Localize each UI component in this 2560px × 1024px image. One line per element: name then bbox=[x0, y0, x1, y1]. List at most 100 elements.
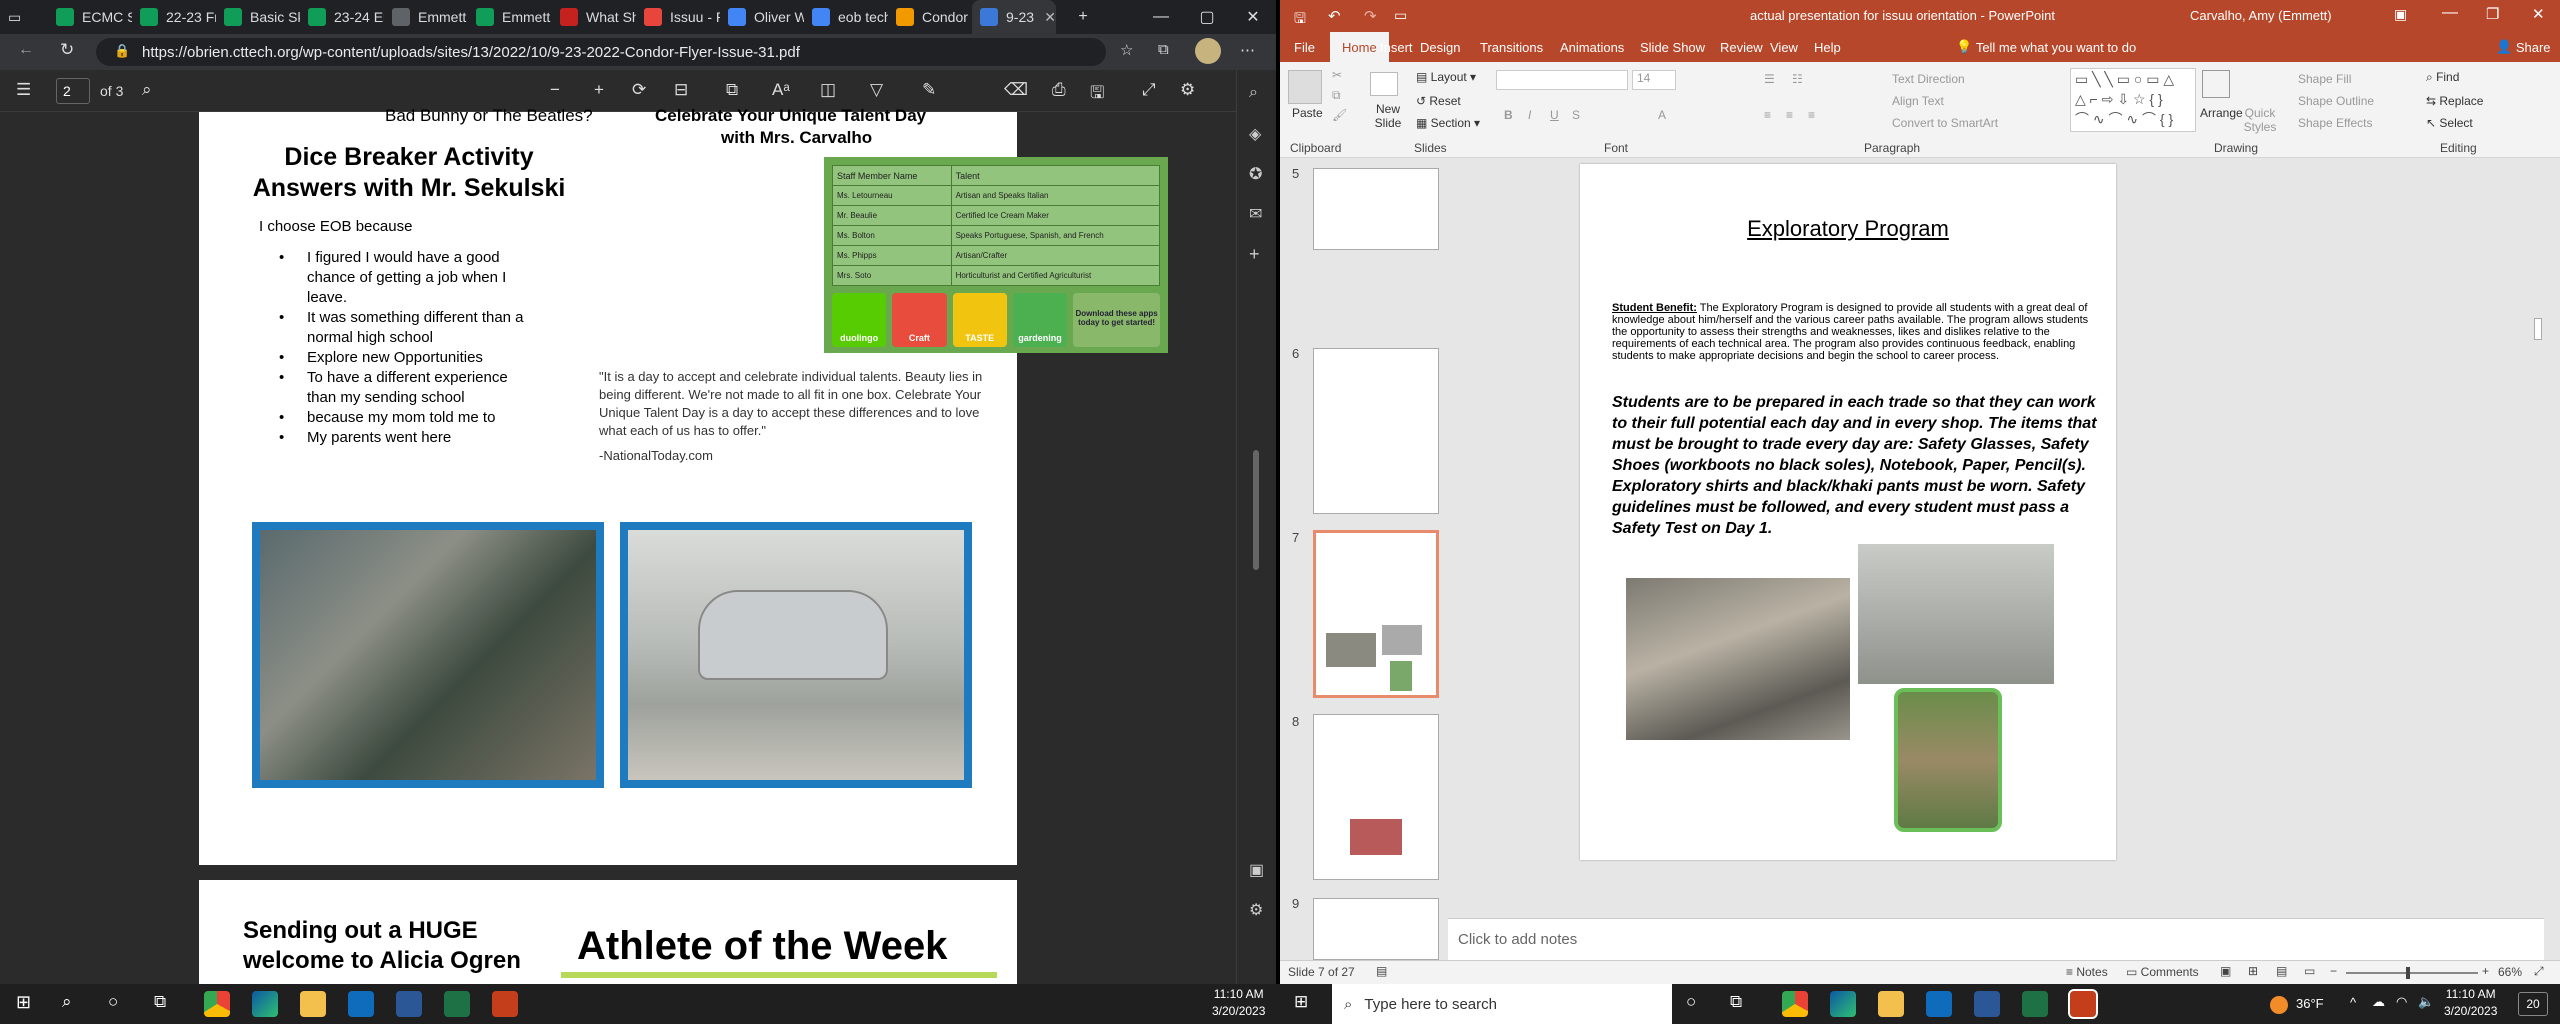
slideshow-view-icon[interactable]: ▭ bbox=[2304, 964, 2315, 978]
paste-button[interactable]: Paste bbox=[1292, 106, 1323, 120]
chrome-icon[interactable] bbox=[204, 991, 230, 1017]
scrollbar-thumb[interactable] bbox=[1253, 450, 1259, 570]
requirements-paragraph[interactable]: Students are to be prepared in each trad… bbox=[1612, 392, 2098, 539]
student-benefit-paragraph[interactable]: Student Benefit: The Exploratory Program… bbox=[1612, 302, 2098, 362]
page-view-icon[interactable]: ⧉ bbox=[726, 80, 738, 100]
filter-icon[interactable]: ▽ bbox=[870, 80, 883, 100]
shape-outline-button[interactable]: Shape Outline bbox=[2298, 94, 2374, 108]
zoom-level[interactable]: 66% bbox=[2498, 965, 2522, 979]
url-field[interactable]: 🔒 https://obrien.cttech.org/wp-content/u… bbox=[96, 38, 1106, 66]
highlight-icon[interactable]: ✎ bbox=[922, 80, 936, 100]
sidebar-tools-icon[interactable]: ✪ bbox=[1249, 164, 1262, 184]
zoom-out-icon[interactable]: − bbox=[2330, 964, 2337, 978]
close-window-button[interactable]: ✕ bbox=[1230, 0, 1276, 34]
arrange-button[interactable]: Arrange bbox=[2200, 106, 2243, 120]
shapes-gallery[interactable]: ▭ ╲ ╲ ▭ ○ ▭ △ △ ⌐ ⇨ ⇩ ☆ { } ⌒ ∿ ⌒ ∿ ⌒ { } bbox=[2070, 68, 2196, 132]
word-icon[interactable] bbox=[1974, 991, 2000, 1017]
ribbon-tab[interactable]: Animations bbox=[1560, 32, 1624, 62]
copy-icon[interactable]: ⧉ bbox=[1332, 88, 1341, 103]
cut-icon[interactable]: ✂ bbox=[1332, 68, 1342, 82]
browser-tab[interactable]: Condor I bbox=[888, 0, 972, 34]
gardening-photo[interactable] bbox=[1894, 688, 2002, 832]
car-photo[interactable] bbox=[1858, 544, 2054, 684]
numbering-icon[interactable]: ☷ bbox=[1792, 72, 1803, 86]
select-button[interactable]: ↖ Select bbox=[2426, 116, 2473, 130]
edge-icon[interactable] bbox=[1830, 991, 1856, 1017]
browser-tab[interactable]: eob tech bbox=[804, 0, 888, 34]
reset-button[interactable]: ↺ Reset bbox=[1416, 94, 1461, 108]
new-slide-button[interactable]: New Slide bbox=[1372, 102, 1404, 130]
bold-icon[interactable]: B bbox=[1504, 108, 1513, 122]
strikethrough-icon[interactable]: S bbox=[1572, 108, 1580, 122]
align-right-icon[interactable]: ≡ bbox=[1808, 108, 1815, 122]
save-icon[interactable]: 🖫 bbox=[1090, 80, 1104, 109]
chrome-icon[interactable] bbox=[1782, 991, 1808, 1017]
excel-icon[interactable] bbox=[444, 991, 470, 1017]
user-name[interactable]: Carvalho, Amy (Emmett) bbox=[2190, 8, 2332, 23]
new-tab-button[interactable]: + bbox=[1060, 0, 1106, 34]
center-icon[interactable]: ≡ bbox=[1786, 108, 1793, 122]
slide-canvas[interactable]: Exploratory Program Student Benefit: The… bbox=[1580, 164, 2116, 860]
browser-tab[interactable]: 9-23 ✕ bbox=[972, 0, 1056, 34]
collections-icon[interactable]: ⧉ bbox=[1158, 41, 1169, 58]
file-explorer-icon[interactable] bbox=[300, 991, 326, 1017]
reading-view-icon[interactable]: ▤ bbox=[2276, 964, 2287, 978]
save-icon[interactable]: 🖫 bbox=[1294, 8, 1306, 32]
profile-avatar[interactable] bbox=[1195, 38, 1221, 64]
convert-smartart-button[interactable]: Convert to SmartArt bbox=[1892, 116, 1998, 130]
quick-styles-button[interactable]: Quick Styles bbox=[2240, 106, 2280, 134]
text-direction-button[interactable]: Text Direction bbox=[1892, 72, 1965, 86]
align-left-icon[interactable]: ≡ bbox=[1764, 108, 1771, 122]
weather-icon[interactable] bbox=[2270, 996, 2288, 1014]
ribbon-tab[interactable]: Slide Show bbox=[1640, 32, 1705, 62]
browser-tab[interactable]: Basic Ski bbox=[216, 0, 300, 34]
font-color-icon[interactable]: A bbox=[1658, 108, 1666, 122]
layout-button[interactable]: ▤ Layout ▾ bbox=[1416, 70, 1476, 84]
browser-tab[interactable]: ECMC St bbox=[48, 0, 132, 34]
sidebar-shopping-icon[interactable]: ◈ bbox=[1249, 124, 1261, 144]
arrange-icon[interactable] bbox=[2202, 70, 2230, 98]
browser-tab[interactable]: What Sh bbox=[552, 0, 636, 34]
minimize-button[interactable]: — bbox=[1138, 0, 1184, 34]
reload-icon[interactable]: ↻ bbox=[60, 40, 74, 60]
word-icon[interactable] bbox=[396, 991, 422, 1017]
font-name-field[interactable] bbox=[1496, 70, 1628, 90]
browser-tab[interactable]: 22-23 Fr bbox=[132, 0, 216, 34]
ribbon-tab[interactable]: Design bbox=[1420, 32, 1460, 62]
sidebar-split-icon[interactable]: ▣ bbox=[1249, 860, 1264, 880]
close-button[interactable]: ✕ bbox=[2532, 5, 2545, 23]
sidebar-search-icon[interactable]: ⌕ bbox=[1249, 84, 1258, 102]
outlook-icon[interactable] bbox=[348, 991, 374, 1017]
tab-search-button[interactable]: ▭ bbox=[0, 0, 48, 34]
volume-icon[interactable]: 🔈 bbox=[2418, 994, 2434, 1010]
more-menu-icon[interactable]: ⋯ bbox=[1240, 41, 1255, 59]
spellcheck-icon[interactable]: ▤ bbox=[1376, 964, 1387, 978]
powerpoint-icon[interactable] bbox=[2068, 989, 2098, 1019]
slide-scroll-thumb[interactable] bbox=[2534, 318, 2542, 340]
zoom-out-icon[interactable]: − bbox=[550, 80, 560, 100]
find-button[interactable]: ⌕ Find bbox=[2426, 70, 2459, 85]
minimize-button[interactable]: — bbox=[2442, 4, 2458, 22]
paste-icon[interactable] bbox=[1288, 70, 1322, 104]
tray-chevron-icon[interactable]: ^ bbox=[2350, 995, 2356, 1010]
fit-slide-icon[interactable]: ⤢ bbox=[2534, 964, 2544, 979]
back-icon[interactable]: ← bbox=[18, 41, 34, 59]
sidebar-settings-icon[interactable]: ⚙ bbox=[1249, 900, 1263, 920]
excel-icon[interactable] bbox=[2022, 991, 2048, 1017]
fullscreen-icon[interactable]: ⤢ bbox=[1142, 80, 1156, 100]
notes-button[interactable]: ≡ Notes bbox=[2066, 965, 2108, 979]
slide-thumbnail-7[interactable] bbox=[1313, 530, 1439, 698]
contents-icon[interactable]: ☰ bbox=[16, 80, 31, 100]
immersive-reader-icon[interactable]: ◫ bbox=[820, 80, 836, 100]
powerpoint-icon[interactable] bbox=[492, 991, 518, 1017]
slideshow-icon[interactable]: ▭ bbox=[1394, 7, 1407, 24]
pdf-settings-icon[interactable]: ⚙ bbox=[1180, 80, 1195, 100]
bullets-icon[interactable]: ☰ bbox=[1764, 72, 1775, 86]
task-view-icon[interactable]: ⧉ bbox=[1730, 992, 1742, 1012]
browser-tab[interactable]: Emmett bbox=[468, 0, 552, 34]
close-tab-icon[interactable]: ✕ bbox=[1044, 9, 1056, 26]
slide-sorter-icon[interactable]: ⊞ bbox=[2248, 964, 2258, 978]
comments-button[interactable]: ▭ Comments bbox=[2126, 965, 2199, 979]
page-number-input[interactable]: 2 bbox=[56, 78, 90, 104]
read-aloud-icon[interactable]: Aᵃ bbox=[772, 80, 790, 100]
